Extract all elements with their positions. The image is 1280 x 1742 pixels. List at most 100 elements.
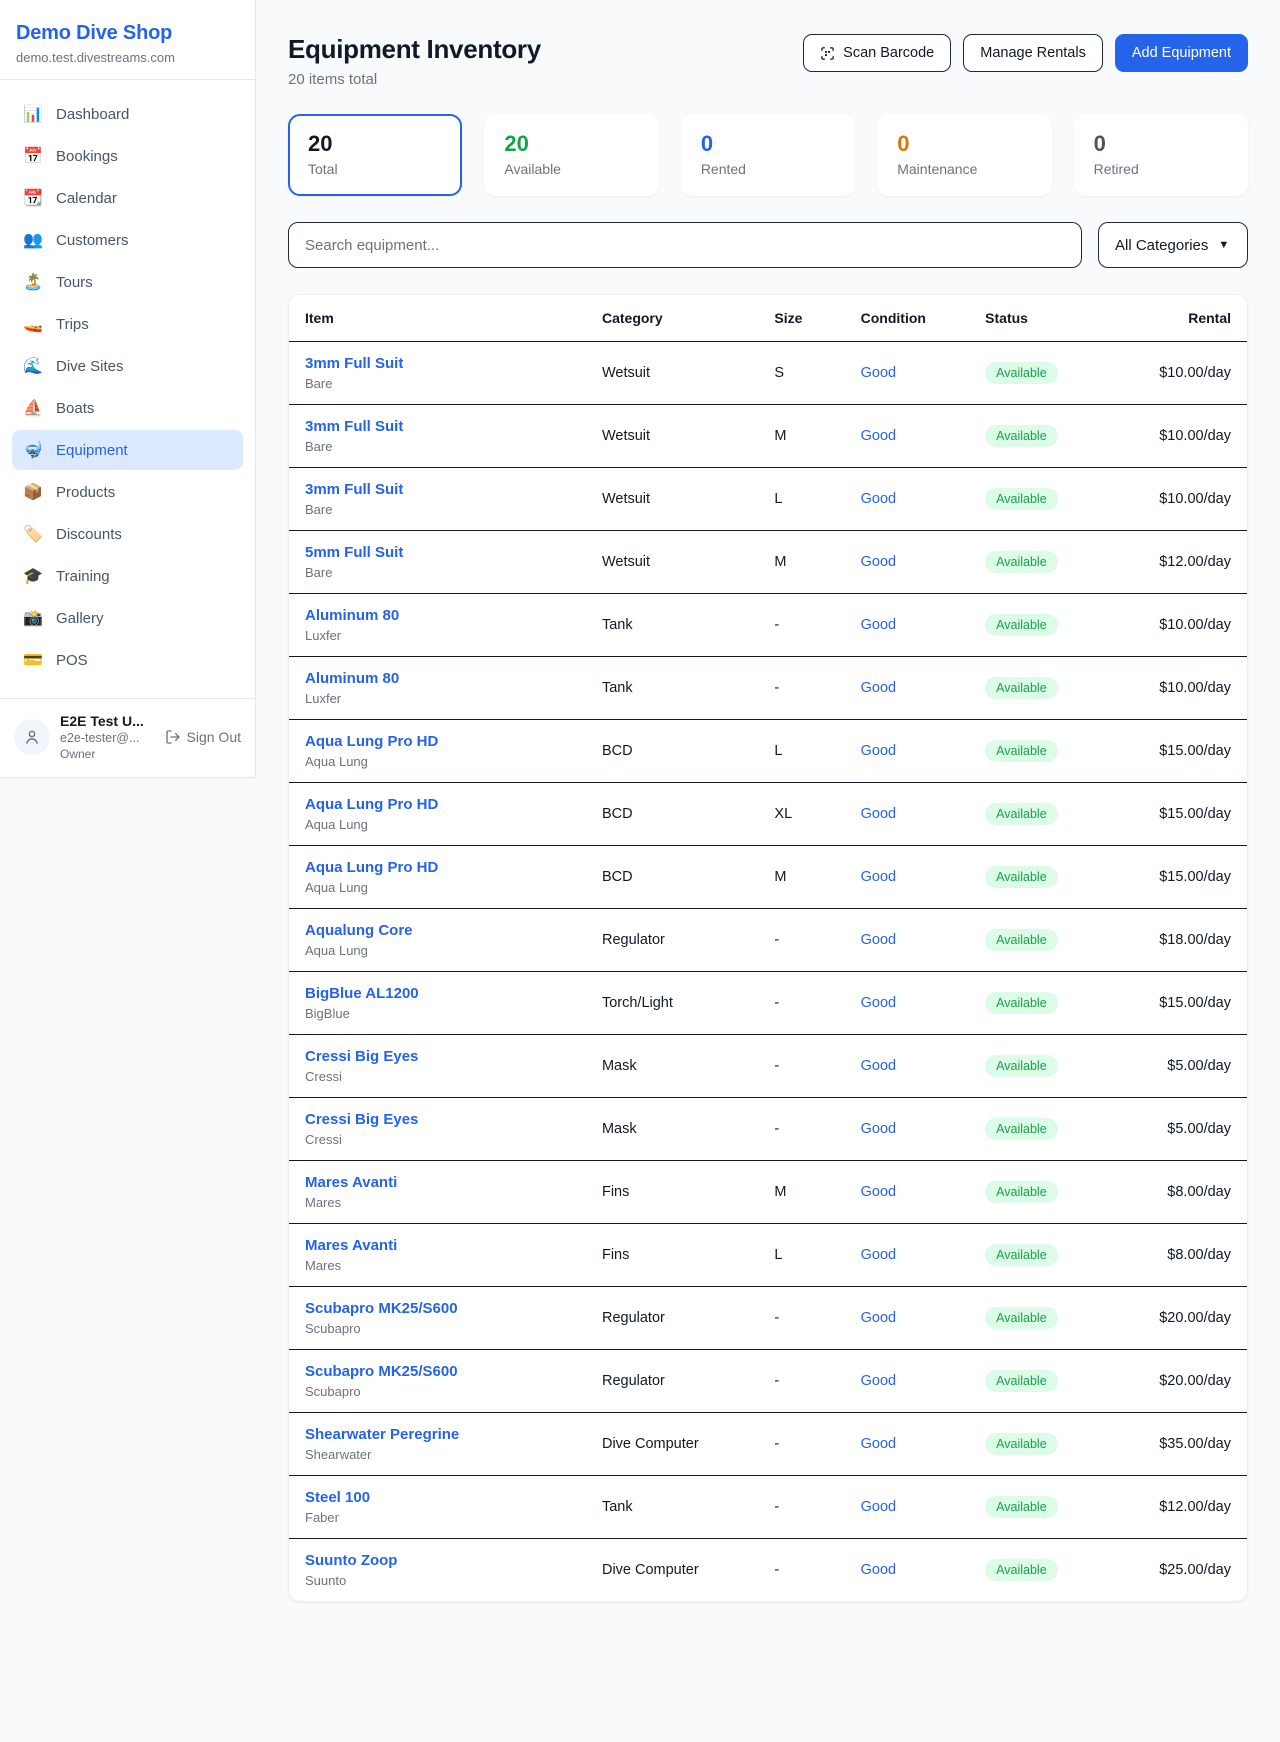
item-link[interactable]: 5mm Full Suit: [305, 544, 570, 561]
status-badge: Available: [985, 929, 1058, 951]
item-link[interactable]: BigBlue AL1200: [305, 985, 570, 1002]
sidebar-item-gallery[interactable]: 📸 Gallery: [12, 598, 243, 638]
item-link[interactable]: Mares Avanti: [305, 1237, 570, 1254]
user-role: Owner: [60, 747, 155, 761]
customers-icon: 👥: [22, 230, 44, 250]
stat-label: Maintenance: [897, 161, 1031, 177]
sidebar: Demo Dive Shop demo.test.divestreams.com…: [0, 0, 256, 778]
status-badge: Available: [985, 1307, 1058, 1329]
item-link[interactable]: Suunto Zoop: [305, 1552, 570, 1569]
sidebar-item-bookings[interactable]: 📅 Bookings: [12, 136, 243, 176]
size-cell: L: [758, 468, 844, 531]
condition-link[interactable]: Good: [861, 1562, 896, 1578]
item-link[interactable]: 3mm Full Suit: [305, 355, 570, 372]
condition-link[interactable]: Good: [861, 869, 896, 885]
condition-link[interactable]: Good: [861, 932, 896, 948]
condition-link[interactable]: Good: [861, 1499, 896, 1515]
condition-link[interactable]: Good: [861, 743, 896, 759]
stat-card-available[interactable]: 20 Available: [484, 114, 658, 196]
condition-link[interactable]: Good: [861, 1184, 896, 1200]
bookings-icon: 📅: [22, 146, 44, 166]
item-link[interactable]: Aqua Lung Pro HD: [305, 733, 570, 750]
sidebar-item-pos[interactable]: 💳 POS: [12, 640, 243, 680]
item-link[interactable]: Aqua Lung Pro HD: [305, 796, 570, 813]
item-link[interactable]: Aluminum 80: [305, 607, 570, 624]
category-cell: Dive Computer: [586, 1413, 758, 1476]
manage-rentals-label: Manage Rentals: [980, 45, 1086, 61]
condition-link[interactable]: Good: [861, 1247, 896, 1263]
sidebar-item-label: Boats: [56, 400, 94, 417]
sidebar-item-calendar[interactable]: 📆 Calendar: [12, 178, 243, 218]
dive-sites-icon: 🌊: [22, 356, 44, 376]
condition-link[interactable]: Good: [861, 1310, 896, 1326]
brand: Demo Dive Shop demo.test.divestreams.com: [0, 18, 255, 80]
rental-cell: $5.00/day: [1122, 1035, 1247, 1098]
condition-link[interactable]: Good: [861, 617, 896, 633]
condition-link[interactable]: Good: [861, 554, 896, 570]
size-cell: M: [758, 531, 844, 594]
item-link[interactable]: 3mm Full Suit: [305, 481, 570, 498]
brand-name[interactable]: Demo Dive Shop: [16, 22, 239, 45]
sign-out-button[interactable]: Sign Out: [165, 729, 241, 745]
table-row: Aqua Lung Pro HD Aqua Lung BCD M Good Av…: [289, 846, 1247, 909]
sidebar-item-customers[interactable]: 👥 Customers: [12, 220, 243, 260]
stat-card-maintenance[interactable]: 0 Maintenance: [877, 114, 1051, 196]
size-cell: -: [758, 909, 844, 972]
stat-card-rented[interactable]: 0 Rented: [681, 114, 855, 196]
item-link[interactable]: Aluminum 80: [305, 670, 570, 687]
condition-link[interactable]: Good: [861, 1121, 896, 1137]
item-link[interactable]: Cressi Big Eyes: [305, 1048, 570, 1065]
sidebar-item-label: Bookings: [56, 148, 118, 165]
gallery-icon: 📸: [22, 608, 44, 628]
condition-link[interactable]: Good: [861, 428, 896, 444]
condition-link[interactable]: Good: [861, 491, 896, 507]
add-equipment-button[interactable]: Add Equipment: [1115, 34, 1248, 72]
sidebar-item-dive-sites[interactable]: 🌊 Dive Sites: [12, 346, 243, 386]
category-cell: Tank: [586, 1476, 758, 1539]
item-link[interactable]: Aqualung Core: [305, 922, 570, 939]
condition-link[interactable]: Good: [861, 995, 896, 1011]
item-link[interactable]: Scubapro MK25/S600: [305, 1363, 570, 1380]
manage-rentals-button[interactable]: Manage Rentals: [963, 34, 1103, 72]
sidebar-item-tours[interactable]: 🏝️ Tours: [12, 262, 243, 302]
item-link[interactable]: Scubapro MK25/S600: [305, 1300, 570, 1317]
category-cell: Mask: [586, 1035, 758, 1098]
rental-cell: $15.00/day: [1122, 720, 1247, 783]
table-row: Suunto Zoop Suunto Dive Computer - Good …: [289, 1539, 1247, 1602]
item-link[interactable]: Steel 100: [305, 1489, 570, 1506]
condition-link[interactable]: Good: [861, 1373, 896, 1389]
size-cell: M: [758, 405, 844, 468]
scan-barcode-button[interactable]: Scan Barcode: [803, 34, 951, 72]
condition-link[interactable]: Good: [861, 1436, 896, 1452]
stat-label: Retired: [1094, 161, 1228, 177]
stat-card-total[interactable]: 20 Total: [288, 114, 462, 196]
products-icon: 📦: [22, 482, 44, 502]
item-link[interactable]: Cressi Big Eyes: [305, 1111, 570, 1128]
search-input[interactable]: [288, 222, 1082, 268]
status-badge: Available: [985, 803, 1058, 825]
category-cell: Fins: [586, 1161, 758, 1224]
sidebar-item-trips[interactable]: 🚤 Trips: [12, 304, 243, 344]
sidebar-item-equipment[interactable]: 🤿 Equipment: [12, 430, 243, 470]
item-link[interactable]: Mares Avanti: [305, 1174, 570, 1191]
stat-card-retired[interactable]: 0 Retired: [1074, 114, 1248, 196]
sidebar-item-training[interactable]: 🎓 Training: [12, 556, 243, 596]
item-brand: Shearwater: [305, 1447, 570, 1462]
size-cell: M: [758, 1161, 844, 1224]
condition-link[interactable]: Good: [861, 680, 896, 696]
item-link[interactable]: 3mm Full Suit: [305, 418, 570, 435]
sidebar-item-boats[interactable]: ⛵ Boats: [12, 388, 243, 428]
category-cell: Torch/Light: [586, 972, 758, 1035]
condition-link[interactable]: Good: [861, 365, 896, 381]
item-link[interactable]: Shearwater Peregrine: [305, 1426, 570, 1443]
table-row: 5mm Full Suit Bare Wetsuit M Good Availa…: [289, 531, 1247, 594]
rental-cell: $8.00/day: [1122, 1224, 1247, 1287]
condition-link[interactable]: Good: [861, 806, 896, 822]
category-filter-select[interactable]: All Categories ▼: [1098, 222, 1248, 268]
item-link[interactable]: Aqua Lung Pro HD: [305, 859, 570, 876]
sidebar-item-label: Dashboard: [56, 106, 129, 123]
sidebar-item-dashboard[interactable]: 📊 Dashboard: [12, 94, 243, 134]
condition-link[interactable]: Good: [861, 1058, 896, 1074]
sidebar-item-discounts[interactable]: 🏷️ Discounts: [12, 514, 243, 554]
sidebar-item-products[interactable]: 📦 Products: [12, 472, 243, 512]
